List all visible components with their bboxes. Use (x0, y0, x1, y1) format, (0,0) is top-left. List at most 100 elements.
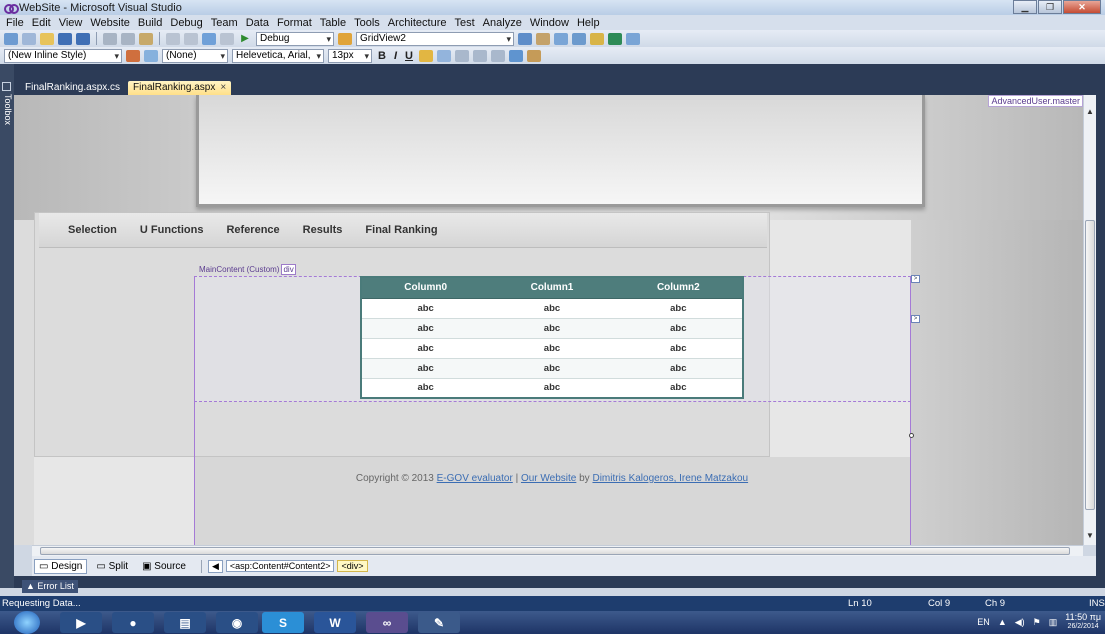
cut-icon[interactable] (103, 32, 117, 45)
navigate-back-icon[interactable] (202, 32, 216, 45)
scroll-up-icon[interactable]: ▲ (1086, 107, 1094, 116)
italic-button[interactable]: I (392, 50, 399, 62)
start-page-icon[interactable] (608, 32, 622, 45)
attach-stylesheet-icon[interactable] (144, 49, 158, 62)
menu-help[interactable]: Help (573, 17, 604, 29)
pin-icon[interactable] (2, 82, 11, 91)
menu-edit[interactable]: Edit (28, 17, 55, 29)
underline-button[interactable]: U (403, 50, 415, 62)
skype-icon[interactable]: S (262, 612, 304, 633)
copy-icon[interactable] (121, 32, 135, 45)
object-browser-icon[interactable] (554, 32, 568, 45)
menu-build[interactable]: Build (134, 17, 166, 29)
menu-tools[interactable]: Tools (350, 17, 384, 29)
tab-finalranking-aspx[interactable]: FinalRanking.aspx × (128, 81, 232, 95)
crumb-back-icon[interactable]: ◀ (207, 559, 223, 573)
find-icon[interactable] (338, 32, 352, 45)
maximize-button[interactable]: ❐ (1038, 0, 1062, 14)
save-icon[interactable] (58, 32, 72, 45)
gridview[interactable]: Column0 Column1 Column2 abc abc abc abc … (360, 276, 744, 399)
div-tag[interactable]: div (281, 264, 296, 275)
smart-tag-icon[interactable]: > (911, 275, 920, 283)
file-explorer-icon[interactable]: ▤ (164, 612, 206, 633)
tag-crumb-div[interactable]: <div> (337, 560, 368, 572)
foreground-color-icon[interactable] (418, 49, 433, 62)
source-view-button[interactable]: ▣ Source (137, 559, 191, 574)
nav-final-ranking[interactable]: Final Ranking (365, 224, 437, 236)
media-player-icon[interactable]: ▶ (60, 612, 102, 633)
new-style-icon[interactable] (126, 49, 140, 62)
scroll-down-icon[interactable]: ▼ (1086, 531, 1094, 540)
footer-link-authors[interactable]: Dimitris Kalogeros, Irene Matzakou (592, 473, 748, 484)
save-all-icon[interactable] (76, 32, 90, 45)
font-name-select[interactable]: Helevetica, Arial, (232, 48, 324, 63)
target-rule-select[interactable]: (None) (162, 48, 228, 63)
word-icon[interactable]: W (314, 612, 356, 633)
footer-link-egov[interactable]: E-GOV evaluator (437, 473, 513, 484)
minimize-button[interactable]: ▁ (1013, 0, 1037, 14)
volume-icon[interactable]: ◀) (1015, 617, 1025, 628)
nav-selection[interactable]: Selection (68, 224, 117, 236)
align-icon[interactable] (454, 49, 469, 62)
firefox-icon[interactable]: ● (112, 612, 154, 633)
solution-explorer-icon[interactable] (518, 32, 532, 45)
menu-debug[interactable]: Debug (166, 17, 206, 29)
new-project-icon[interactable] (4, 32, 18, 45)
menu-data[interactable]: Data (242, 17, 273, 29)
chrome-icon[interactable]: ◉ (216, 612, 258, 633)
font-size-select[interactable]: 13px (328, 48, 372, 63)
menu-test[interactable]: Test (450, 17, 478, 29)
find-combo[interactable]: GridView2 (356, 31, 514, 46)
nav-u-functions[interactable]: U Functions (140, 224, 204, 236)
add-item-icon[interactable] (22, 32, 36, 45)
split-view-button[interactable]: ▭ Split (91, 559, 133, 574)
extension-manager-icon[interactable] (590, 32, 604, 45)
action-center-icon[interactable]: ⚑ (1033, 617, 1041, 628)
close-tab-icon[interactable]: × (220, 82, 226, 93)
bold-button[interactable]: B (376, 50, 388, 62)
footer-link-website[interactable]: Our Website (521, 473, 576, 484)
design-surface[interactable]: AdvancedUser.master Selection U Function… (14, 95, 1083, 545)
nav-reference[interactable]: Reference (226, 224, 279, 236)
scroll-thumb[interactable] (1085, 220, 1095, 510)
tab-finalranking-cs[interactable]: FinalRanking.aspx.cs (20, 81, 125, 95)
menu-format[interactable]: Format (273, 17, 316, 29)
hyperlink-icon[interactable] (508, 49, 523, 62)
horizontal-scrollbar[interactable] (32, 545, 1083, 556)
visual-studio-taskbar-icon[interactable]: ∞ (366, 612, 408, 633)
design-view-button[interactable]: ▭ Design (34, 558, 88, 574)
show-hidden-icons[interactable]: ▲ (998, 617, 1007, 627)
open-file-icon[interactable] (40, 32, 54, 45)
content-placeholder-label[interactable]: MainContent (Custom) div (199, 264, 296, 275)
menu-window[interactable]: Window (526, 17, 573, 29)
network-icon[interactable]: ▥ (1049, 617, 1058, 628)
master-page-tag[interactable]: AdvancedUser.master (988, 95, 1083, 107)
paste-icon[interactable] (139, 32, 153, 45)
bullets-icon[interactable] (490, 49, 505, 62)
language-indicator[interactable]: EN (977, 617, 990, 627)
toolbox-tab[interactable]: Toolbox (1, 94, 13, 125)
resize-handle[interactable] (909, 433, 914, 438)
vertical-scrollbar[interactable]: ▲ ▼ (1083, 95, 1096, 545)
redo-icon[interactable] (184, 32, 198, 45)
style-application-select[interactable]: (New Inline Style) (4, 48, 122, 63)
paint-icon[interactable]: ✎ (418, 612, 460, 633)
start-button[interactable] (14, 611, 40, 634)
tag-crumb-content[interactable]: <asp:Content#Content2> (225, 560, 335, 572)
close-button[interactable]: ✕ (1063, 0, 1101, 14)
menu-website[interactable]: Website (86, 17, 134, 29)
solution-configuration-select[interactable]: Debug (256, 31, 334, 46)
properties-icon[interactable] (536, 32, 550, 45)
undo-icon[interactable] (166, 32, 180, 45)
scroll-thumb[interactable] (40, 547, 1070, 555)
menu-table[interactable]: Table (316, 17, 350, 29)
command-window-icon[interactable] (626, 32, 640, 45)
menu-file[interactable]: File (2, 17, 28, 29)
smart-tag-icon[interactable]: > (911, 315, 920, 323)
clock[interactable]: 11:50 πμ 26/2/2014 (1065, 613, 1101, 631)
menu-analyze[interactable]: Analyze (479, 17, 526, 29)
numbering-icon[interactable] (472, 49, 487, 62)
styles-icon[interactable] (526, 49, 541, 62)
menu-team[interactable]: Team (207, 17, 242, 29)
menu-architecture[interactable]: Architecture (384, 17, 451, 29)
